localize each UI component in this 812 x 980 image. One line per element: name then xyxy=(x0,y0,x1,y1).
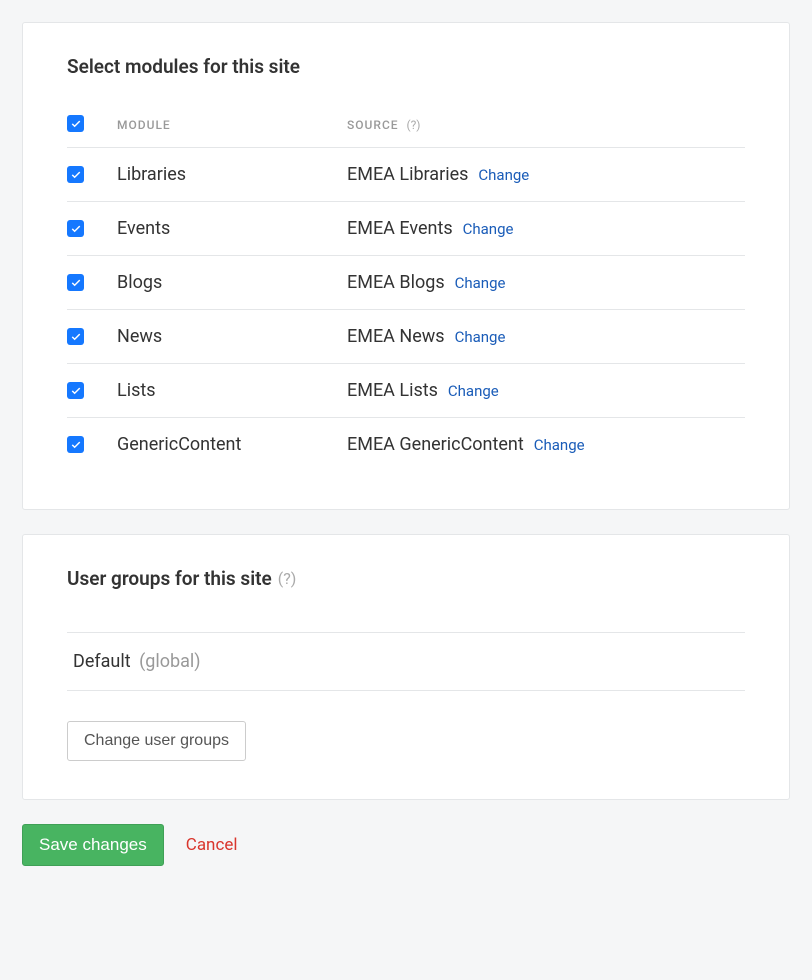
check-icon xyxy=(70,277,82,289)
module-column-header: MODULE xyxy=(117,118,171,132)
source-name: EMEA News xyxy=(347,326,445,347)
source-name: EMEA Events xyxy=(347,218,453,239)
check-icon xyxy=(70,223,82,235)
select-all-checkbox[interactable] xyxy=(67,115,84,132)
cancel-link[interactable]: Cancel xyxy=(186,835,238,855)
source-name: EMEA Blogs xyxy=(347,272,445,293)
check-icon xyxy=(70,331,82,343)
help-icon[interactable]: (?) xyxy=(278,569,297,588)
module-checkbox[interactable] xyxy=(67,274,84,291)
source-name: EMEA Libraries xyxy=(347,164,468,185)
user-groups-panel: User groups for this site (?) Default (g… xyxy=(22,534,790,800)
module-name: Libraries xyxy=(117,164,186,185)
change-source-link[interactable]: Change xyxy=(448,382,499,400)
module-name: Events xyxy=(117,218,170,239)
module-checkbox[interactable] xyxy=(67,166,84,183)
table-row: GenericContent EMEA GenericContent Chang… xyxy=(67,418,745,471)
module-name: News xyxy=(117,326,162,347)
change-source-link[interactable]: Change xyxy=(455,274,506,292)
action-bar: Save changes Cancel xyxy=(22,824,790,866)
module-checkbox[interactable] xyxy=(67,220,84,237)
module-name: Lists xyxy=(117,380,156,401)
change-user-groups-button[interactable]: Change user groups xyxy=(67,721,246,761)
save-button[interactable]: Save changes xyxy=(22,824,164,866)
table-row: News EMEA News Change xyxy=(67,310,745,364)
modules-panel-title: Select modules for this site xyxy=(67,55,745,78)
module-checkbox[interactable] xyxy=(67,382,84,399)
table-row: Events EMEA Events Change xyxy=(67,202,745,256)
module-checkbox[interactable] xyxy=(67,436,84,453)
modules-table: MODULE SOURCE (?) Libraries EMEA Librari… xyxy=(67,114,745,471)
check-icon xyxy=(70,169,82,181)
table-row: Lists EMEA Lists Change xyxy=(67,364,745,418)
modules-table-header: MODULE SOURCE (?) xyxy=(67,114,745,148)
check-icon xyxy=(70,118,82,130)
source-name: EMEA Lists xyxy=(347,380,438,401)
user-groups-title: User groups for this site (?) xyxy=(67,567,745,590)
user-groups-title-text: User groups for this site xyxy=(67,567,272,590)
modules-panel: Select modules for this site MODULE SOUR… xyxy=(22,22,790,510)
source-name: EMEA GenericContent xyxy=(347,434,524,455)
change-source-link[interactable]: Change xyxy=(534,436,585,454)
table-row: Blogs EMEA Blogs Change xyxy=(67,256,745,310)
module-name: Blogs xyxy=(117,272,162,293)
change-source-link[interactable]: Change xyxy=(478,166,529,184)
change-source-link[interactable]: Change xyxy=(455,328,506,346)
help-icon[interactable]: (?) xyxy=(407,118,421,132)
check-icon xyxy=(70,385,82,397)
table-row: Libraries EMEA Libraries Change xyxy=(67,148,745,202)
user-group-name: Default xyxy=(73,651,131,672)
module-checkbox[interactable] xyxy=(67,328,84,345)
check-icon xyxy=(70,439,82,451)
module-name: GenericContent xyxy=(117,434,241,455)
source-column-header: SOURCE xyxy=(347,118,399,132)
change-source-link[interactable]: Change xyxy=(463,220,514,238)
user-group-row: Default (global) xyxy=(67,632,745,691)
user-group-scope: (global) xyxy=(139,651,200,672)
